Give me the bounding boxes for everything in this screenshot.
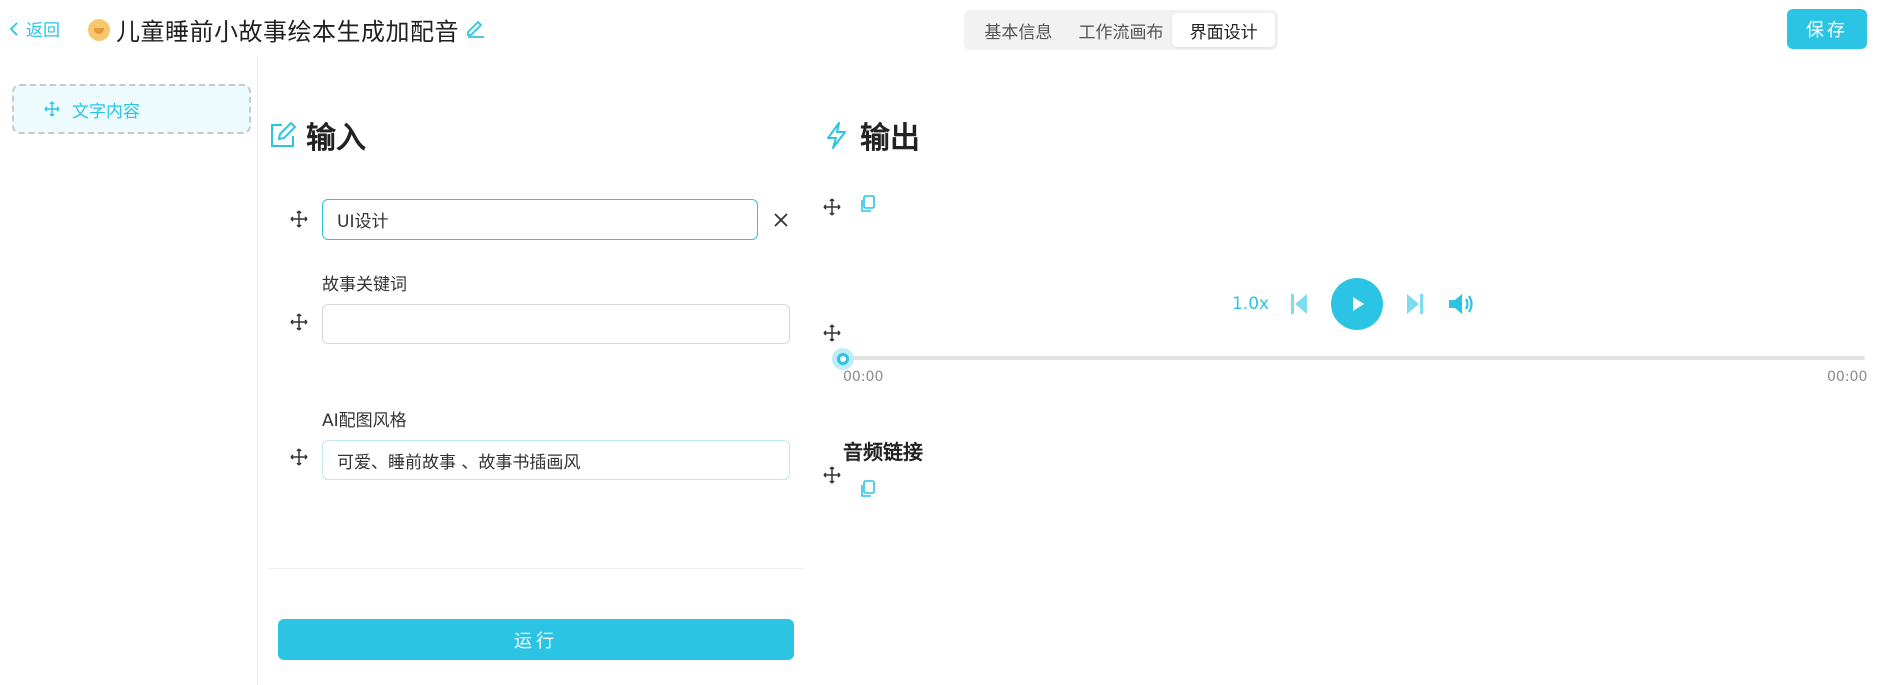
text-content-component[interactable]: 文字内容 [12, 84, 251, 134]
move-icon [823, 198, 841, 216]
previous-track-button[interactable] [1290, 292, 1308, 320]
back-label: 返回 [26, 21, 60, 41]
audio-link-label: 音频链接 [843, 440, 923, 464]
component-panel: 文字内容 [0, 56, 258, 685]
input-section-title: 输入 [268, 113, 366, 157]
move-icon [290, 448, 308, 466]
section-divider [268, 568, 804, 569]
input-title-text: 输入 [306, 121, 366, 156]
save-button[interactable]: 保存 [1787, 9, 1867, 49]
skip-forward-icon [1407, 294, 1423, 314]
move-icon [290, 210, 308, 228]
text-content-label: 文字内容 [72, 101, 140, 122]
playback-speed[interactable]: 1.0x [1232, 294, 1269, 314]
move-icon [823, 324, 841, 342]
next-track-button[interactable] [1406, 292, 1424, 320]
drag-handle-field-1[interactable] [290, 210, 308, 228]
drag-handle-audio-player[interactable] [823, 324, 841, 342]
story-keywords-input[interactable] [322, 304, 790, 344]
drag-handle-output-1[interactable] [823, 198, 841, 216]
volume-button[interactable] [1448, 292, 1476, 320]
volume-icon [1449, 294, 1473, 314]
tab-basic-info[interactable]: 基本信息 [967, 13, 1070, 47]
drag-handle-field-2[interactable] [290, 313, 308, 331]
move-icon [44, 101, 60, 117]
duration-time: 00:00 [1827, 369, 1868, 385]
output-section-title: 输出 [822, 113, 920, 157]
audio-progress-thumb[interactable] [832, 348, 854, 370]
chevron-left-icon [9, 21, 18, 36]
copy-audio-link-button[interactable] [860, 480, 876, 498]
copy-output-button[interactable] [860, 195, 876, 213]
top-bar: 返回 儿童睡前小故事绘本生成加配音 基本信息 工作流画布 界面设计 保存 [0, 0, 1881, 56]
play-icon [1353, 297, 1364, 311]
baby-face-icon [88, 18, 110, 41]
play-button[interactable] [1331, 278, 1383, 330]
back-button[interactable]: 返回 [9, 16, 60, 41]
edit-title-icon[interactable] [465, 17, 486, 42]
edit-square-icon [271, 121, 297, 147]
page-title-group: 儿童睡前小故事绘本生成加配音 [88, 12, 486, 47]
ai-illustration-style-input[interactable]: 可爱、睡前故事 、故事书插画风 [322, 440, 790, 480]
remove-field-button[interactable] [772, 211, 790, 229]
ui-design-input[interactable]: UI设计 [322, 199, 758, 240]
copy-icon [861, 480, 875, 497]
tab-ui-design[interactable]: 界面设计 [1172, 13, 1276, 47]
output-title-text: 输出 [860, 121, 920, 156]
story-keywords-label: 故事关键词 [322, 275, 407, 295]
move-icon [823, 466, 841, 484]
tab-workflow-canvas[interactable]: 工作流画布 [1070, 13, 1173, 47]
drag-handle-field-3[interactable] [290, 448, 308, 466]
audio-progress-track[interactable] [843, 356, 1865, 360]
skip-back-icon [1291, 294, 1307, 314]
move-icon [290, 313, 308, 331]
run-button[interactable]: 运行 [278, 619, 794, 660]
close-icon [774, 213, 788, 227]
page-title: 儿童睡前小故事绘本生成加配音 [116, 18, 459, 46]
current-time: 00:00 [843, 369, 884, 385]
drag-handle-audio-link[interactable] [823, 466, 841, 484]
view-tabs: 基本信息 工作流画布 界面设计 [964, 10, 1278, 50]
copy-icon [861, 195, 875, 212]
ai-illustration-style-label: AI配图风格 [322, 411, 407, 431]
lightning-icon [827, 121, 846, 149]
